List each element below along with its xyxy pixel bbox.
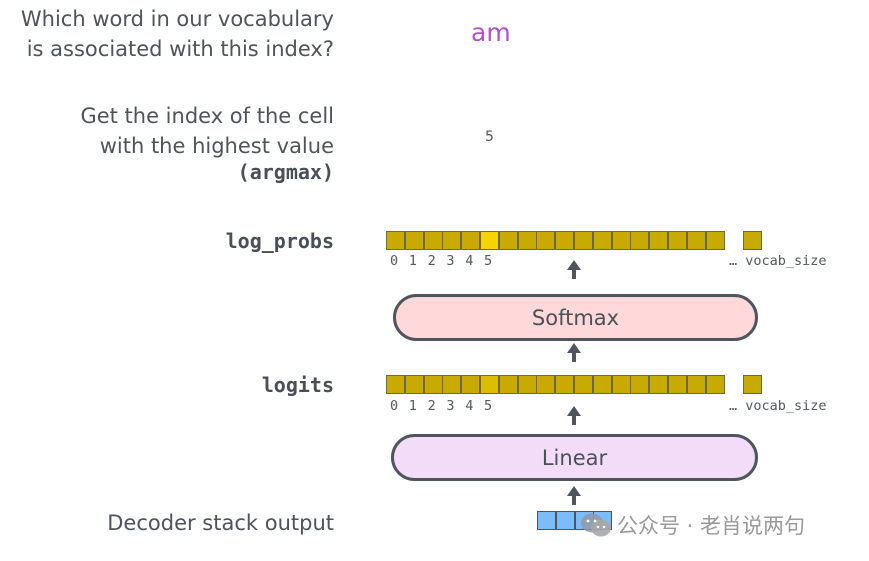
log-probs-tick-label: 2 [427, 253, 436, 269]
question-label-line1: Which word in our vocabulary [20, 7, 334, 31]
arrow-up-icon [567, 260, 581, 279]
log-probs-cell [686, 231, 706, 250]
log-probs-cell [649, 231, 669, 250]
log-probs-cell [461, 231, 481, 250]
log-probs-cell-highlighted [480, 231, 499, 250]
logits-cell [705, 375, 725, 394]
logits-cell [574, 375, 593, 394]
linear-label: Linear [541, 445, 608, 470]
logits-cell [404, 375, 424, 394]
log-probs-cell [386, 231, 405, 250]
logits-cell [592, 375, 612, 394]
softmax-label: Softmax [531, 305, 620, 330]
logits-cell [442, 375, 462, 394]
log-probs-cell-last [743, 231, 762, 250]
logits-tick-label: 1 [408, 398, 417, 414]
log-probs-cell [592, 231, 612, 250]
result-word: am [471, 18, 511, 47]
arrow-up-icon [567, 406, 581, 425]
logits-cell-highlighted [480, 375, 499, 394]
log-probs-cell [536, 231, 556, 250]
log-probs-tick-label: 3 [446, 253, 455, 269]
log-probs-tick-label: 1 [408, 253, 417, 269]
log-probs-cell [705, 231, 725, 250]
log-probs-cell [498, 231, 518, 250]
logits-label: logits [261, 373, 334, 397]
logits-cell [423, 375, 443, 394]
log-probs-cell [611, 231, 631, 250]
decoder-output-label: Decoder stack output [107, 511, 334, 535]
log-probs-cell [668, 231, 687, 250]
argmax-label-line3: (argmax) [237, 160, 334, 184]
arrow-up-icon [567, 343, 581, 362]
logits-cell-last [743, 375, 762, 394]
logits-vocab-size-label: … vocab_size [729, 398, 827, 414]
logits-cell [461, 375, 481, 394]
log-probs-cell [517, 231, 537, 250]
log-probs-cell [423, 231, 443, 250]
question-label-line2: is associated with this index? [26, 37, 334, 61]
log-probs-cell [630, 231, 650, 250]
arrow-up-icon [567, 486, 581, 505]
logits-tick-label: 0 [390, 398, 399, 414]
logits-tick-label: 4 [465, 398, 474, 414]
log-probs-vocab-size-label: … vocab_size [729, 253, 827, 269]
logits-cell [517, 375, 537, 394]
logits-tick-label: 2 [427, 398, 436, 414]
logits-cell [668, 375, 687, 394]
logits-cell [498, 375, 518, 394]
log-probs-cell [404, 231, 424, 250]
log-probs-tick-label: 5 [484, 253, 493, 269]
linear-block: Linear [391, 434, 758, 481]
logits-tick-label: 5 [484, 398, 493, 414]
log-probs-tick-label: 4 [465, 253, 474, 269]
logits-cell [536, 375, 556, 394]
softmax-block: Softmax [393, 294, 758, 341]
log-probs-cell [442, 231, 462, 250]
logits-cell [386, 375, 405, 394]
logits-cell [630, 375, 650, 394]
log-probs-cell [555, 231, 575, 250]
decoder-output-cell [537, 511, 556, 530]
logits-tick-label: 3 [446, 398, 455, 414]
result-index: 5 [485, 129, 494, 145]
log-probs-cell [574, 231, 593, 250]
logits-cell [611, 375, 631, 394]
logits-cell [649, 375, 669, 394]
logits-cell [555, 375, 575, 394]
decoder-output-cell [555, 511, 575, 530]
logits-cell [686, 375, 706, 394]
argmax-label-line1: Get the index of the cell [80, 104, 334, 128]
log-probs-label: log_probs [225, 229, 334, 253]
log-probs-tick-label: 0 [390, 253, 399, 269]
wechat-icon [581, 513, 611, 537]
watermark-text: 公众号 · 老肖说两句 [617, 514, 806, 538]
